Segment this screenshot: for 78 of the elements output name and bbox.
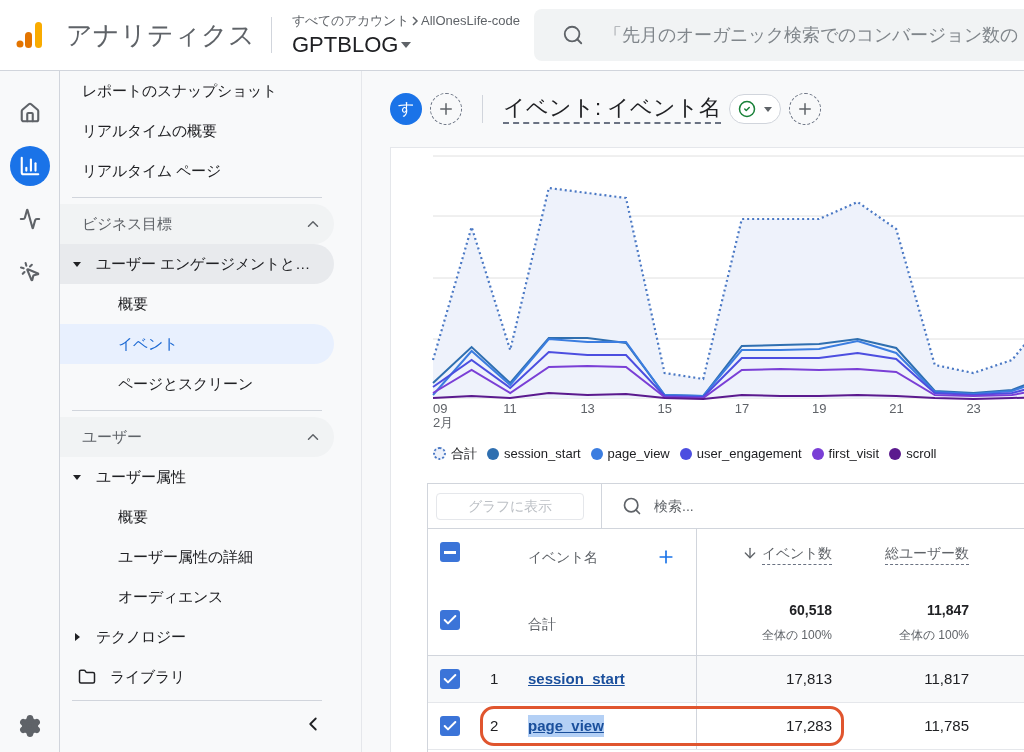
checkbox[interactable]: [440, 669, 460, 689]
checkbox[interactable]: [440, 542, 460, 562]
legend-label: user_engagement: [696, 445, 802, 463]
search-icon: [562, 24, 584, 46]
sidebar-section-header[interactable]: ユーザー: [60, 417, 334, 457]
column-header[interactable]: イベント数: [762, 543, 832, 565]
axis-label: 23: [966, 402, 981, 416]
total-label: 合計: [528, 616, 556, 632]
analytics-logo-icon: [14, 20, 44, 50]
axis-label: 21: [889, 402, 904, 416]
checkbox[interactable]: [440, 610, 460, 630]
sidebar-item[interactable]: ユーザー属性の詳細: [60, 537, 334, 577]
table-cell-text: 11,817: [923, 668, 969, 689]
sidebar-item[interactable]: ページとスクリーン: [60, 364, 334, 404]
sidebar-section-header[interactable]: ビジネス目標: [60, 204, 334, 244]
folder-icon: [78, 668, 96, 686]
legend-label: 合計: [451, 445, 477, 463]
axis-label: 13: [580, 402, 595, 416]
group-label: ユーザー属性: [96, 466, 186, 487]
sidebar-group[interactable]: ユーザー エンゲージメントと…: [60, 244, 334, 284]
table-cell-text: 11,785: [923, 715, 969, 736]
caret-icon: [764, 106, 773, 112]
table-cell-text: 17,813: [785, 668, 832, 689]
rank-cell-text: 1: [489, 668, 498, 689]
sidebar-item[interactable]: リアルタイムの概要: [60, 111, 334, 151]
caret-icon: [400, 40, 413, 49]
minus-icon: [444, 550, 456, 554]
total-value: 11,847: [926, 601, 969, 620]
axis-label: 11: [503, 402, 517, 416]
caret-right-icon[interactable]: [72, 632, 82, 642]
property-selector[interactable]: GPTBLOG: [292, 30, 520, 59]
total-share: 全体の 100%: [761, 627, 832, 644]
check-circle-icon: [738, 100, 757, 118]
sidebar-group[interactable]: ユーザー属性: [60, 457, 334, 497]
event-name-link[interactable]: session_start: [528, 667, 625, 691]
total-share: 全体の 100%: [898, 627, 969, 644]
report-title[interactable]: イベント: イベント名: [503, 94, 722, 124]
sidebar-item[interactable]: 概要: [60, 497, 334, 537]
sidebar-item[interactable]: イベント: [60, 324, 334, 364]
sidebar-item[interactable]: レポートのスナップショット: [60, 71, 334, 111]
breadcrumb-property[interactable]: AllOnesLife-code: [421, 11, 520, 31]
table-cell-text: 17,283: [785, 715, 832, 736]
settings-icon[interactable]: [17, 714, 42, 738]
plus-icon: [437, 100, 455, 118]
section-title: ユーザー: [82, 426, 143, 447]
event-name-link[interactable]: page_view: [528, 714, 604, 738]
chevron-right-icon: [411, 16, 419, 26]
app-title: アナリティクス: [66, 18, 255, 52]
axis-label: 15: [657, 402, 673, 416]
axis-label: 19: [812, 402, 827, 416]
sidebar-group[interactable]: テクノロジー: [60, 617, 334, 657]
sidebar-item[interactable]: オーディエンス: [60, 577, 334, 617]
caret-down-icon[interactable]: [72, 472, 82, 482]
status-chip[interactable]: [729, 94, 782, 124]
caret-down-icon[interactable]: [72, 259, 82, 269]
bar-chart-icon[interactable]: [9, 146, 50, 186]
column-header[interactable]: 総ユーザー数: [885, 543, 969, 565]
rank-cell-text: 2: [489, 715, 498, 736]
group-label: テクノロジー: [96, 626, 186, 647]
checkbox[interactable]: [440, 716, 460, 736]
table-search-field[interactable]: 検索...: [654, 495, 1024, 517]
sidebar-item[interactable]: リアルタイム ページ: [60, 151, 334, 191]
axis-label: 2月: [433, 416, 454, 430]
column-header[interactable]: イベント名: [528, 547, 598, 568]
search-icon: [622, 496, 642, 516]
legend-label: session_start: [504, 445, 581, 463]
axis-label: 17: [734, 402, 750, 416]
breadcrumb-account[interactable]: すべてのアカウント: [292, 11, 409, 31]
total-value: 60,518: [789, 601, 832, 620]
group-label: ユーザー エンゲージメントと…: [96, 253, 311, 274]
section-title: ビジネス目標: [82, 213, 173, 234]
legend-label: first_visit: [828, 445, 880, 463]
legend-label: page_view: [607, 445, 670, 463]
sidebar-item[interactable]: ライブラリ: [110, 665, 185, 689]
sidebar-item[interactable]: 概要: [60, 284, 334, 324]
legend-label: scroll: [906, 445, 937, 463]
user-avatar[interactable]: す: [390, 93, 422, 125]
axis-label: 09: [433, 402, 449, 416]
